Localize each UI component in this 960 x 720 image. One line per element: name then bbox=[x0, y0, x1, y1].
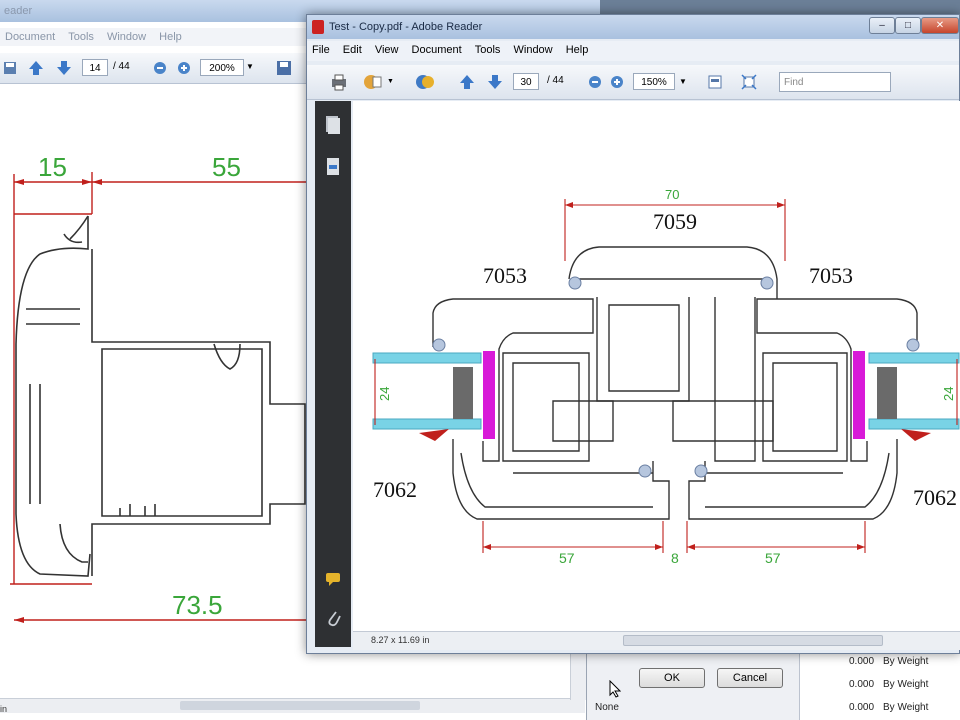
dim-label-top: 70 bbox=[665, 187, 679, 202]
print-icon[interactable] bbox=[329, 72, 349, 92]
dim-label-bottom-left: 57 bbox=[559, 550, 575, 566]
attachments-icon[interactable] bbox=[326, 609, 342, 632]
table-cell-method: By Weight bbox=[883, 656, 929, 667]
chevron-down-icon[interactable]: ▼ bbox=[679, 77, 687, 86]
front-toolbar: ▼ 30 / 44 150% ▼ Find bbox=[307, 65, 959, 100]
chevron-down-icon[interactable]: ▼ bbox=[387, 78, 394, 85]
back-menu-document[interactable]: Document bbox=[0, 28, 60, 46]
front-menubar: File Edit View Document Tools Window Hel… bbox=[307, 41, 959, 61]
collaborate-icon[interactable] bbox=[415, 72, 435, 92]
find-input[interactable]: Find bbox=[779, 72, 891, 92]
zoom-out-icon[interactable] bbox=[585, 72, 605, 92]
dim-label-bottom-mid: 8 bbox=[671, 550, 679, 566]
back-status-text: in bbox=[0, 704, 8, 714]
menu-help[interactable]: Help bbox=[561, 41, 594, 59]
menu-edit[interactable]: Edit bbox=[338, 41, 367, 59]
back-zoom-field[interactable]: 200% bbox=[200, 59, 244, 76]
table-cell-col1: None bbox=[595, 702, 619, 713]
window-profile-drawing: 70 57 8 57 24 24 7059 7053 7053 7062 706… bbox=[372, 187, 960, 566]
table-cell-value: 0.000 bbox=[849, 679, 875, 690]
dim-label-bottom-right: 57 bbox=[765, 550, 781, 566]
save-icon[interactable] bbox=[274, 58, 294, 78]
front-window-titlebar[interactable]: Test - Copy.pdf - Adobe Reader bbox=[307, 15, 959, 39]
page-size-readout: 8.27 x 11.69 in bbox=[371, 635, 430, 645]
zoom-field[interactable]: 150% bbox=[633, 73, 675, 90]
back-scrollbar-thumb[interactable] bbox=[180, 701, 420, 710]
fit-width-icon[interactable] bbox=[739, 72, 759, 92]
table-cell-method: By Weight bbox=[883, 679, 929, 690]
chevron-down-icon[interactable]: ▼ bbox=[246, 62, 254, 71]
dim-label-73-5: 73.5 bbox=[172, 590, 223, 620]
prev-page-icon[interactable] bbox=[457, 72, 477, 92]
pdf-app-icon bbox=[312, 20, 324, 34]
back-menu-help[interactable]: Help bbox=[154, 28, 187, 46]
table-cell-value: 0.000 bbox=[849, 656, 875, 667]
pages-panel-icon[interactable] bbox=[325, 115, 341, 138]
prev-page-icon[interactable] bbox=[26, 58, 46, 78]
back-page-total: / 44 bbox=[113, 61, 130, 72]
document-area: 70 57 8 57 24 24 7059 7053 7053 7062 706… bbox=[353, 101, 960, 631]
close-button[interactable]: ✕ bbox=[921, 17, 959, 34]
maximize-button[interactable]: □ bbox=[895, 17, 921, 34]
menu-tools[interactable]: Tools bbox=[470, 41, 506, 59]
zoom-in-icon[interactable] bbox=[174, 58, 194, 78]
table-cell-value: 0.000 bbox=[849, 702, 875, 713]
fit-page-icon[interactable] bbox=[705, 72, 725, 92]
back-menu-window[interactable]: Window bbox=[102, 28, 151, 46]
part-label-right-bottom: 7062 bbox=[913, 485, 957, 510]
dim-label-55: 55 bbox=[212, 152, 241, 182]
window-title: Test - Copy.pdf - Adobe Reader bbox=[329, 21, 483, 33]
navigation-pane bbox=[315, 101, 351, 647]
status-bar: 8.27 x 11.69 in bbox=[353, 631, 960, 650]
next-page-icon[interactable] bbox=[485, 72, 505, 92]
zoom-in-icon[interactable] bbox=[607, 72, 627, 92]
back-page-number-field[interactable]: 14 bbox=[82, 59, 108, 76]
part-label-top: 7059 bbox=[653, 209, 697, 234]
dim-label-15: 15 bbox=[38, 152, 67, 182]
part-label-left-top: 7053 bbox=[483, 263, 527, 288]
page-total: / 44 bbox=[547, 75, 564, 86]
horizontal-scrollbar-thumb[interactable] bbox=[623, 635, 883, 646]
back-menu-tools[interactable]: Tools bbox=[63, 28, 99, 46]
page-number-field[interactable]: 30 bbox=[513, 73, 539, 90]
dim-label-glass-right: 24 bbox=[941, 387, 956, 401]
share-icon[interactable] bbox=[363, 72, 383, 92]
mouse-cursor-icon bbox=[609, 679, 622, 701]
part-label-left-bottom: 7062 bbox=[373, 477, 417, 502]
next-page-icon[interactable] bbox=[54, 58, 74, 78]
front-reader-window: Test - Copy.pdf - Adobe Reader – □ ✕ Fil… bbox=[306, 14, 960, 654]
menu-document[interactable]: Document bbox=[407, 41, 467, 59]
cancel-button[interactable]: Cancel bbox=[717, 668, 783, 688]
bookmarks-panel-icon[interactable] bbox=[325, 157, 341, 180]
dim-label-glass-left: 24 bbox=[377, 387, 392, 401]
part-label-right-top: 7053 bbox=[809, 263, 853, 288]
minimize-button[interactable]: – bbox=[869, 17, 895, 34]
save-icon[interactable] bbox=[0, 58, 20, 78]
comments-panel-icon[interactable] bbox=[325, 571, 343, 590]
menu-window[interactable]: Window bbox=[509, 41, 558, 59]
menu-view[interactable]: View bbox=[370, 41, 404, 59]
menu-file[interactable]: File bbox=[307, 41, 335, 59]
zoom-out-icon[interactable] bbox=[150, 58, 170, 78]
table-cell-method: By Weight bbox=[883, 702, 929, 713]
ok-button[interactable]: OK bbox=[639, 668, 705, 688]
